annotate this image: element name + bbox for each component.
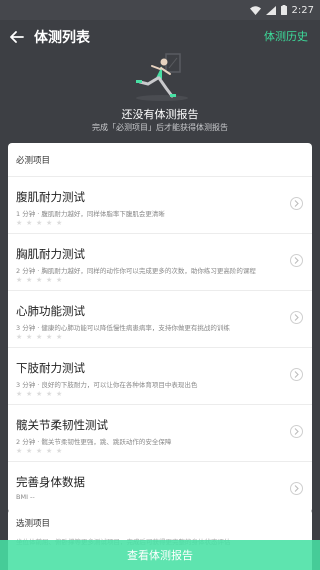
star-icon: ★ bbox=[46, 390, 53, 398]
bmi-value: BMI -- bbox=[16, 493, 35, 501]
status-time: 2:27 bbox=[291, 4, 314, 16]
arrow-left-icon bbox=[10, 28, 24, 47]
test-item-cardio[interactable]: 心肺功能测试 3 分钟 · 健康的心肺功能可以降低慢性病患病率，支持你做更有挑战… bbox=[8, 291, 312, 348]
view-report-button[interactable]: 查看体测报告 bbox=[0, 540, 320, 570]
test-item-hip[interactable]: 髋关节柔韧性测试 2 分钟 · 髋关节柔韧性更强，跳、跳跃动作的安全保障 ★ ★ ★… bbox=[8, 405, 312, 462]
star-icon: ★ bbox=[56, 447, 63, 455]
test-title: 完善身体数据 bbox=[16, 475, 85, 489]
test-title: 胸肌耐力测试 bbox=[16, 247, 85, 261]
star-icon: ★ bbox=[36, 276, 43, 284]
test-item-legs[interactable]: 下肢耐力测试 3 分钟 · 良好的下肢耐力，可以让你在各种体育项目中表现出色 ★… bbox=[8, 348, 312, 405]
star-icon: ★ bbox=[16, 333, 23, 341]
required-section-label: 必测项目 bbox=[8, 143, 312, 177]
star-icon: ★ bbox=[36, 219, 43, 227]
test-title: 髋关节柔韧性测试 bbox=[16, 418, 108, 432]
test-desc: 2 分钟 · 髋关节柔韧性更强，跳、跳跃动作的安全保障 bbox=[16, 438, 172, 446]
runner-illustration bbox=[128, 52, 194, 102]
rating-stars: ★ ★ ★ ★ ★ bbox=[16, 334, 66, 341]
rating-stars: ★ ★ ★ ★ ★ bbox=[16, 391, 66, 398]
star-icon: ★ bbox=[16, 276, 23, 284]
signal-icon bbox=[265, 5, 276, 15]
star-icon: ★ bbox=[56, 390, 63, 398]
star-icon: ★ bbox=[36, 447, 43, 455]
star-icon: ★ bbox=[36, 333, 43, 341]
test-desc: 1 分钟 · 腹肌耐力越好，同样体脂率下腹肌会更清晰 bbox=[16, 210, 165, 218]
rating-stars: ★ ★ ★ ★ ★ bbox=[16, 448, 66, 455]
star-icon: ★ bbox=[26, 276, 33, 284]
star-icon: ★ bbox=[46, 276, 53, 284]
star-icon: ★ bbox=[16, 390, 23, 398]
test-title: 心肺功能测试 bbox=[16, 304, 85, 318]
test-desc: 3 分钟 · 良好的下肢耐力，可以让你在各种体育项目中表现出色 bbox=[16, 381, 198, 389]
star-icon: ★ bbox=[26, 390, 33, 398]
star-icon: ★ bbox=[46, 447, 53, 455]
star-icon: ★ bbox=[46, 333, 53, 341]
test-item-abs[interactable]: 腹肌耐力测试 1 分钟 · 腹肌耐力越好，同样体脂率下腹肌会更清晰 ★ ★ ★ ★ ★ bbox=[8, 177, 312, 234]
star-icon: ★ bbox=[56, 219, 63, 227]
star-icon: ★ bbox=[16, 219, 23, 227]
test-desc: 2 分钟 · 胸肌耐力越好，同样的动作你可以完成更多的次数，助你练习更高阶的课程 bbox=[16, 267, 256, 275]
chevron-right-icon[interactable] bbox=[290, 482, 303, 495]
rating-stars: ★ ★ ★ ★ ★ bbox=[16, 277, 66, 284]
star-icon: ★ bbox=[56, 333, 63, 341]
battery-icon bbox=[280, 5, 287, 15]
chevron-right-icon[interactable] bbox=[290, 311, 303, 324]
test-desc: 3 分钟 · 健康的心肺功能可以降低慢性病患病率，支持你做更有挑战的训练 bbox=[16, 324, 230, 332]
chevron-right-icon[interactable] bbox=[290, 197, 303, 210]
history-link[interactable]: 体测历史 bbox=[264, 20, 308, 54]
app-bar: 体测列表 体测历史 bbox=[0, 20, 320, 54]
wifi-icon bbox=[249, 5, 261, 15]
star-icon: ★ bbox=[26, 219, 33, 227]
star-icon: ★ bbox=[46, 219, 53, 227]
back-button[interactable] bbox=[0, 20, 34, 54]
test-item-chest[interactable]: 胸肌耐力测试 2 分钟 · 胸肌耐力越好，同样的动作你可以完成更多的次数，助你练… bbox=[8, 234, 312, 291]
chevron-right-icon[interactable] bbox=[290, 425, 303, 438]
test-title: 腹肌耐力测试 bbox=[16, 190, 85, 204]
star-icon: ★ bbox=[36, 390, 43, 398]
page-title: 体测列表 bbox=[34, 30, 90, 46]
star-icon: ★ bbox=[26, 447, 33, 455]
required-tests-card: 必测项目 腹肌耐力测试 1 分钟 · 腹肌耐力越好，同样体脂率下腹肌会更清晰 ★… bbox=[8, 143, 312, 513]
empty-report-subtitle: 完成「必测项目」后才能获得体测报告 bbox=[92, 123, 228, 132]
rating-stars: ★ ★ ★ ★ ★ bbox=[16, 220, 66, 227]
star-icon: ★ bbox=[56, 276, 63, 284]
optional-section-label: 选测项目 bbox=[16, 519, 51, 529]
empty-report-title: 还没有体测报告 bbox=[121, 108, 199, 121]
star-icon: ★ bbox=[26, 333, 33, 341]
star-icon: ★ bbox=[16, 447, 23, 455]
status-bar: 2:27 bbox=[0, 0, 320, 20]
chevron-right-icon[interactable] bbox=[290, 368, 303, 381]
test-title: 下肢耐力测试 bbox=[16, 361, 85, 375]
chevron-right-icon[interactable] bbox=[290, 254, 303, 267]
